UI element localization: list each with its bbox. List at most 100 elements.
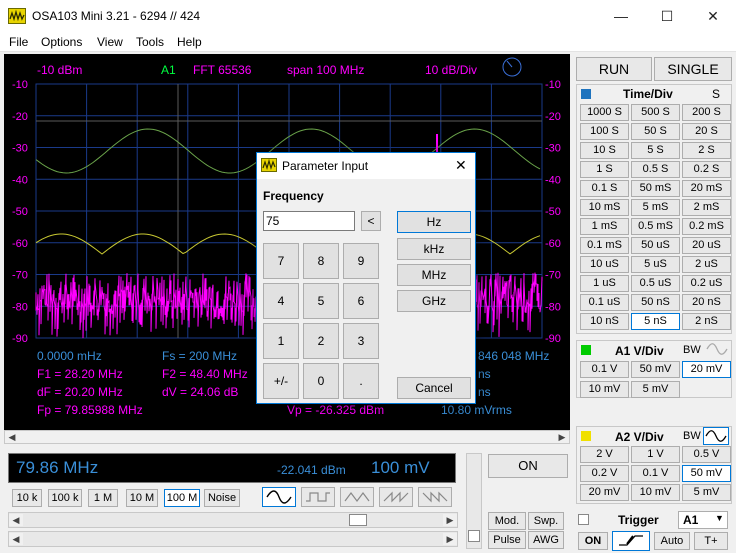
timediv-button[interactable]: 2 mS [682,199,731,216]
keypad-key[interactable]: 7 [263,243,299,279]
timediv-button[interactable]: 50 S [631,123,680,140]
sine-wave-icon[interactable] [262,487,296,507]
timediv-button[interactable]: 0.1 S [580,180,629,197]
scroll-left-icon[interactable]: ◀ [5,431,19,443]
timediv-button[interactable]: 20 nS [682,294,731,311]
reverse-sawtooth-wave-icon[interactable] [418,487,452,507]
trigger-on-button[interactable]: ON [578,532,608,550]
slider2-right-icon[interactable]: ▶ [443,533,457,545]
keypad-key[interactable]: 3 [343,323,379,359]
slider-thumb[interactable] [349,514,367,526]
menu-options[interactable]: Options [41,35,82,49]
gen-frequency-slider[interactable]: ◀ ▶ [8,512,458,528]
timediv-button[interactable]: 0.2 mS [682,218,731,235]
keypad-key[interactable]: 0 [303,363,339,399]
timediv-button[interactable]: 20 uS [682,237,731,254]
timediv-button[interactable]: 0.5 uS [631,275,680,292]
dialog-close-icon[interactable]: ✕ [455,157,467,174]
unit-mhz-button[interactable]: MHz [397,264,471,286]
awg-button[interactable]: AWG [528,531,564,549]
menu-tools[interactable]: Tools [136,35,164,49]
timediv-button[interactable]: 2 nS [682,313,731,330]
timediv-button[interactable]: 200 S [682,104,731,121]
gen-on-button[interactable]: ON [488,454,568,478]
timediv-button[interactable]: 1 mS [580,218,629,235]
slider-right-icon[interactable]: ▶ [443,514,457,526]
timediv-button[interactable]: 20 mS [682,180,731,197]
unit-ghz-button[interactable]: GHz [397,290,471,312]
keypad-key[interactable]: . [343,363,379,399]
a2-bw-sine-icon[interactable] [703,427,729,445]
timediv-button[interactable]: 0.2 uS [682,275,731,292]
gen-level-slider[interactable]: ◀ ▶ [8,531,458,547]
a2-vdiv-button[interactable]: 2 V [580,446,629,463]
a2-vdiv-button[interactable]: 50 mV [682,465,731,482]
timediv-button[interactable]: 0.5 S [631,161,680,178]
timediv-button[interactable]: 50 nS [631,294,680,311]
a2-vdiv-button[interactable]: 1 V [631,446,680,463]
timediv-button[interactable]: 0.5 mS [631,218,680,235]
mod-button[interactable]: Mod. [488,512,526,530]
timediv-button[interactable]: 20 S [682,123,731,140]
a2-vdiv-button[interactable]: 0.2 V [580,465,629,482]
trigger-checkbox[interactable] [578,514,589,525]
timediv-button[interactable]: 2 uS [682,256,731,273]
single-button[interactable]: SINGLE [654,57,732,81]
trigger-edge-icon[interactable] [612,531,650,551]
a2-vdiv-button[interactable]: 0.1 V [631,465,680,482]
timediv-button[interactable]: 100 S [580,123,629,140]
scope-scrollbar[interactable]: ◀ ▶ [4,430,570,444]
timediv-button[interactable]: 0.2 S [682,161,731,178]
span-10k-button[interactable]: 10 k [12,489,42,507]
keypad-key[interactable]: 8 [303,243,339,279]
timediv-button[interactable]: 5 nS [631,313,680,330]
span-100m-button[interactable]: 100 M [164,489,200,507]
menu-view[interactable]: View [97,35,123,49]
menu-file[interactable]: File [9,35,28,49]
timediv-button[interactable]: 0.1 mS [580,237,629,254]
a1-vdiv-button[interactable]: 50 mV [631,361,680,378]
noise-button[interactable]: Noise [204,489,240,507]
vslider-thumb[interactable] [468,530,480,542]
pulse-button[interactable]: Pulse [488,531,526,549]
timediv-button[interactable]: 500 S [631,104,680,121]
slider-left-icon[interactable]: ◀ [9,514,23,526]
trigger-auto-button[interactable]: Auto [654,532,690,550]
timediv-button[interactable]: 1 S [580,161,629,178]
timediv-button[interactable]: 5 S [631,142,680,159]
keypad-key[interactable]: 6 [343,283,379,319]
timediv-button[interactable]: 10 S [580,142,629,159]
keypad-key[interactable]: +/- [263,363,299,399]
run-button[interactable]: RUN [576,57,652,81]
trigger-source-select[interactable]: A1 ▼ [678,511,728,529]
keypad-key[interactable]: 9 [343,243,379,279]
a1-vdiv-button[interactable]: 0.1 V [580,361,629,378]
minimize-icon[interactable]: — [598,0,644,32]
a1-bw-sine-icon[interactable] [705,341,729,357]
keypad-key[interactable]: 2 [303,323,339,359]
maximize-icon[interactable]: ☐ [644,0,690,32]
cancel-button[interactable]: Cancel [397,377,471,399]
square-wave-icon[interactable] [301,487,335,507]
swp-button[interactable]: Swp. [528,512,564,530]
span-1m-button[interactable]: 1 M [88,489,118,507]
span-10m-button[interactable]: 10 M [126,489,158,507]
keypad-key[interactable]: 5 [303,283,339,319]
timediv-button[interactable]: 10 nS [580,313,629,330]
timediv-button[interactable]: 0.1 uS [580,294,629,311]
a1-vdiv-button[interactable]: 5 mV [631,381,680,398]
unit-khz-button[interactable]: kHz [397,238,471,260]
unit-hz-button[interactable]: Hz [397,211,471,233]
sawtooth-wave-icon[interactable] [379,487,413,507]
level-vertical-slider[interactable] [466,453,482,549]
timediv-button[interactable]: 10 mS [580,199,629,216]
timediv-button[interactable]: 1 uS [580,275,629,292]
timediv-button[interactable]: 1000 S [580,104,629,121]
menu-help[interactable]: Help [177,35,202,49]
a2-vdiv-button[interactable]: 5 mV [682,484,731,501]
trigger-tplus-button[interactable]: T+ [694,532,728,550]
timediv-button[interactable]: 5 mS [631,199,680,216]
timediv-button[interactable]: 50 uS [631,237,680,254]
timediv-button[interactable]: 5 uS [631,256,680,273]
scroll-right-icon[interactable]: ▶ [555,431,569,443]
